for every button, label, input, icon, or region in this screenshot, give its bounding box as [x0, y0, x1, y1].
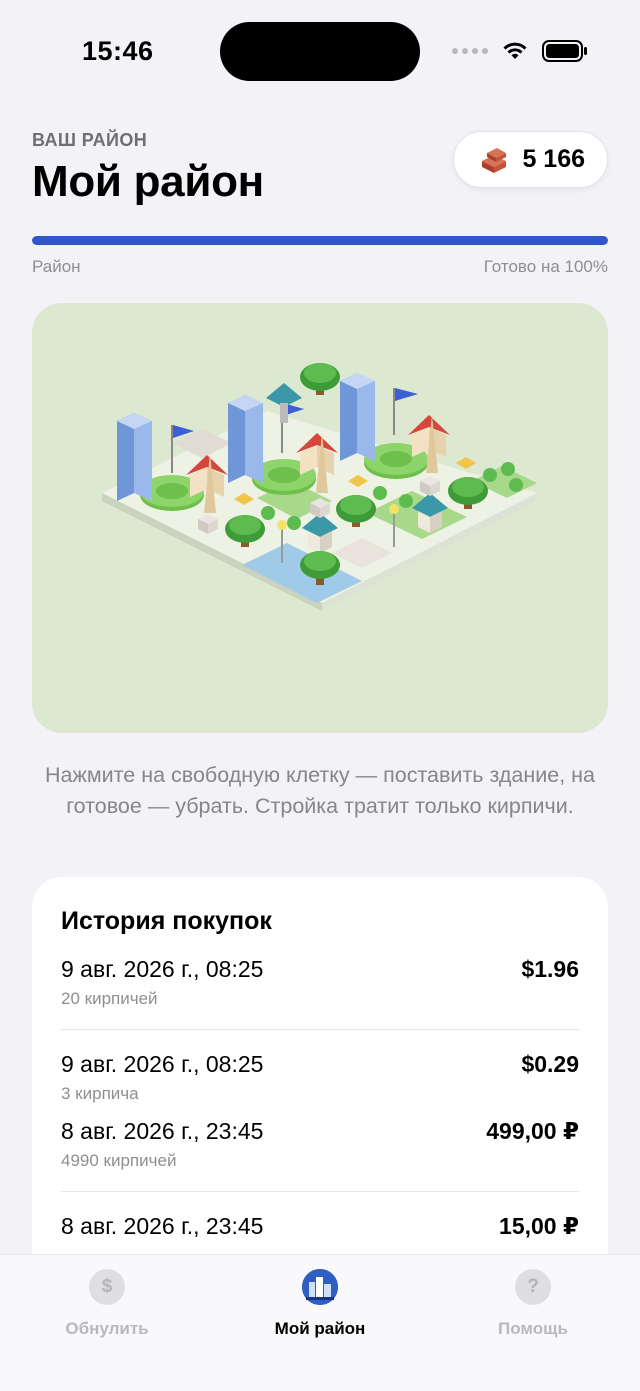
purchase-row: 8 авг. 2026 г., 23:45 15,00 ₽	[61, 1213, 579, 1246]
tower-building	[340, 373, 375, 461]
purchase-row: 9 авг. 2026 г., 08:25 3 кирпича $0.29	[61, 1051, 579, 1104]
cellular-signal-icon	[452, 48, 488, 54]
purchase-amount: 499,00 ₽	[486, 1118, 579, 1144]
purchase-bricks: 3 кирпича	[61, 1084, 139, 1103]
tab-my-district[interactable]: Мой район	[235, 1269, 405, 1339]
tab-label: Помощь	[498, 1319, 568, 1338]
tab-bar: $ Обнулить Мой район ? Помощь	[0, 1254, 640, 1391]
tab-reset[interactable]: $ Обнулить	[22, 1269, 192, 1339]
battery-icon	[542, 40, 587, 62]
purchase-history-title: История покупок	[61, 907, 272, 935]
purchase-date: 8 авг. 2026 г., 23:45	[61, 1213, 264, 1239]
purchase-bricks: 4990 кирпичей	[61, 1151, 177, 1170]
brick-icon	[482, 147, 507, 173]
progress-status: Готово на 100%	[483, 257, 608, 276]
status-time: 15:46	[82, 36, 154, 66]
tab-label: Мой район	[274, 1319, 366, 1338]
tab-help[interactable]: ? Помощь	[448, 1269, 618, 1339]
purchase-amount: $0.29	[521, 1051, 579, 1077]
dynamic-island	[220, 22, 420, 81]
city-icon	[302, 1269, 338, 1305]
tower-building	[117, 413, 152, 501]
hint-text: Нажмите на свободную клетку — поставить …	[45, 763, 595, 818]
district-progress-fill	[32, 236, 608, 245]
district-map[interactable]	[32, 303, 608, 733]
wifi-icon	[503, 42, 527, 59]
progress-labels: Район Готово на 100%	[32, 257, 608, 277]
purchase-bricks: 20 кирпичей	[61, 989, 158, 1008]
tab-label: Обнулить	[65, 1319, 149, 1338]
dollar-icon: $	[89, 1269, 125, 1305]
district-map-illustration	[102, 363, 537, 611]
purchase-date: 9 авг. 2026 г., 08:25	[61, 1051, 264, 1077]
divider	[61, 1191, 579, 1192]
status-icons	[452, 40, 588, 62]
district-progress-bar	[32, 236, 608, 245]
progress-label: Район	[32, 257, 81, 276]
tree	[300, 363, 340, 395]
tower-building	[228, 395, 263, 483]
purchase-amount: 15,00 ₽	[499, 1213, 579, 1239]
purchase-row: 8 авг. 2026 г., 23:45 4990 кирпичей 499,…	[61, 1118, 579, 1171]
status-bar: 15:46	[0, 0, 640, 100]
divider	[61, 1029, 579, 1030]
purchase-date: 9 авг. 2026 г., 08:25	[61, 956, 264, 982]
brick-balance[interactable]: 5 166	[453, 131, 608, 188]
purchase-row: 9 авг. 2026 г., 08:25 20 кирпичей $1.96	[61, 956, 579, 1009]
purchase-date: 8 авг. 2026 г., 23:45	[61, 1118, 264, 1144]
header: ВАШ РАЙОН Мой район 5 166	[32, 130, 608, 207]
question-icon: ?	[515, 1269, 551, 1305]
brick-count: 5 166	[522, 145, 585, 173]
purchase-amount: $1.96	[521, 956, 579, 982]
